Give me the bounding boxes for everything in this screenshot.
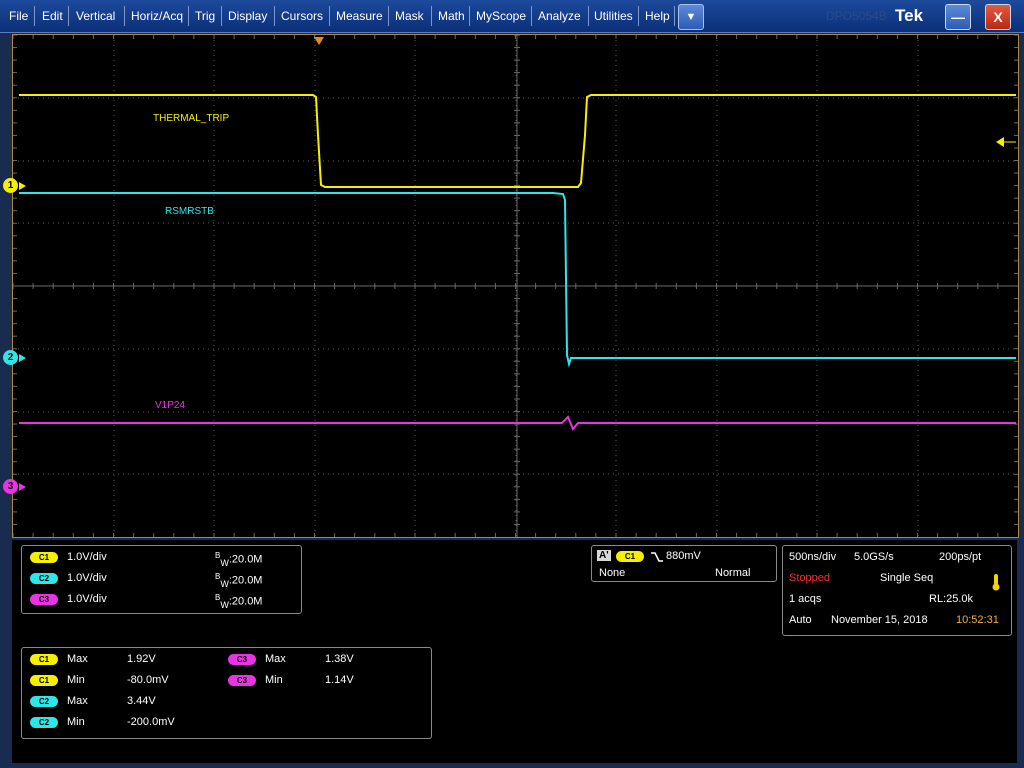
- menu-separator: [274, 6, 275, 26]
- graticule-svg: [13, 35, 1018, 537]
- menu-separator: [124, 6, 125, 26]
- measurement-source-badge: C1: [30, 674, 58, 686]
- thermometer-icon: [992, 574, 1000, 591]
- menu-separator: [431, 6, 432, 26]
- measurement-name: Min: [67, 716, 85, 728]
- menu-analyze[interactable]: Analyze: [533, 0, 586, 32]
- ch3-ground-marker[interactable]: 3: [3, 479, 18, 494]
- acquisition-state: Stopped: [789, 572, 830, 584]
- menu-separator: [221, 6, 222, 26]
- ch1-scale: 1.0V/div: [67, 551, 107, 563]
- menu-vertical[interactable]: Vertical: [71, 0, 120, 32]
- time: 10:52:31: [956, 614, 999, 626]
- trigger-tag: A': [597, 550, 611, 561]
- ch2-waveform-label: RSMRSTB: [165, 206, 214, 217]
- menu-measure[interactable]: Measure: [331, 0, 388, 32]
- ch2-badge: C2: [30, 572, 58, 584]
- measurement-name: Max: [67, 653, 88, 665]
- instrument-model-ghost: DPO5054B: [826, 9, 887, 23]
- ch3-bandwidth: BW:20.0M: [215, 593, 263, 610]
- menu-separator: [68, 6, 69, 26]
- menu-trig[interactable]: Trig: [190, 0, 220, 32]
- chevron-down-icon: ▼: [685, 11, 697, 23]
- date: November 15, 2018: [831, 614, 928, 626]
- menu-myscope[interactable]: MyScope: [471, 0, 531, 32]
- trigger-level-marker: [996, 137, 1004, 147]
- waveform-display[interactable]: THERMAL_TRIP RSMRSTB V1P24: [12, 34, 1019, 538]
- menu-help[interactable]: Help: [640, 0, 675, 32]
- channel-row: C3: [30, 593, 58, 605]
- minimize-icon: —: [951, 9, 965, 25]
- menu-separator: [34, 6, 35, 26]
- menu-separator: [388, 6, 389, 26]
- close-button[interactable]: X: [985, 4, 1011, 30]
- menu-cursors[interactable]: Cursors: [276, 0, 328, 32]
- time-resolution: 200ps/pt: [939, 551, 982, 563]
- ch1-waveform-label: THERMAL_TRIP: [153, 113, 230, 124]
- menu-separator: [674, 6, 675, 26]
- trigger-coupling: None: [599, 567, 626, 579]
- measurement-value: 3.44V: [127, 695, 156, 707]
- menu-separator: [469, 6, 470, 26]
- ch3-scale: 1.0V/div: [67, 593, 107, 605]
- menu-separator: [531, 6, 532, 26]
- menu-edit[interactable]: Edit: [37, 0, 68, 32]
- measurement-name: Min: [67, 674, 85, 686]
- ch2-ground-marker[interactable]: 2: [3, 350, 18, 365]
- measurement-source-badge: C2: [30, 716, 58, 728]
- measurement-name: Min: [265, 674, 283, 686]
- menu-dropdown-button[interactable]: ▼: [678, 4, 704, 30]
- measurements-box[interactable]: C1 Max 1.92V C1 Min -80.0mV C2 Max 3.44V…: [21, 647, 432, 739]
- ch2-bandwidth: BW:20.0M: [215, 572, 263, 589]
- acquisition-count: 1 acqs: [789, 593, 822, 605]
- ch1-ground-marker[interactable]: 1: [3, 178, 18, 193]
- channel-row: C1: [30, 551, 58, 563]
- trigger-source: C1: [616, 550, 644, 562]
- minimize-button[interactable]: —: [945, 4, 971, 30]
- ch1-bandwidth: BW:20.0M: [215, 551, 263, 568]
- measurement-name: Max: [67, 695, 88, 707]
- acquisition-readout-box[interactable]: 500ns/div 5.0GS/s 200ps/pt Stopped Singl…: [782, 545, 1012, 636]
- menu-math[interactable]: Math: [433, 0, 470, 32]
- measurement-source-badge: C3: [228, 674, 256, 686]
- close-icon: X: [993, 9, 1003, 25]
- ch3-badge: C3: [30, 593, 58, 605]
- channel-settings-box[interactable]: C1 1.0V/div BW:20.0M C2 1.0V/div BW:20.0…: [21, 545, 302, 614]
- measurement-source-badge: C3: [228, 653, 256, 665]
- trigger-mode-auto: Auto: [789, 614, 812, 626]
- ch3-waveform-label: V1P24: [155, 400, 186, 411]
- menu-separator: [638, 6, 639, 26]
- timebase: 500ns/div: [789, 551, 837, 563]
- run-mode: Single Seq: [880, 572, 934, 584]
- measurement-value: 1.14V: [325, 674, 354, 686]
- trigger-level: 880mV: [666, 550, 701, 562]
- measurement-name: Max: [265, 653, 286, 665]
- menu-mask[interactable]: Mask: [390, 0, 429, 32]
- channel-row: C2: [30, 572, 58, 584]
- menu-separator: [188, 6, 189, 26]
- menu-file[interactable]: File: [4, 0, 33, 32]
- menu-separator: [329, 6, 330, 26]
- ch1-marker-arrow-icon: [19, 182, 26, 190]
- menu-display[interactable]: Display: [223, 0, 272, 32]
- measurement-source-badge: C2: [30, 695, 58, 707]
- sample-rate: 5.0GS/s: [854, 551, 894, 563]
- ch2-scale: 1.0V/div: [67, 572, 107, 584]
- menu-bar: File Edit Vertical Horiz/Acq Trig Displa…: [0, 0, 1024, 33]
- falling-edge-icon: [651, 552, 663, 562]
- ch1-badge: C1: [30, 551, 58, 563]
- trigger-mode: Normal: [715, 567, 751, 579]
- tek-logo: Tek: [895, 6, 924, 25]
- menu-utilities[interactable]: Utilities: [589, 0, 638, 32]
- ch3-marker-arrow-icon: [19, 483, 26, 491]
- measurement-value: 1.38V: [325, 653, 354, 665]
- measurement-value: -80.0mV: [127, 674, 169, 686]
- measurement-value: 1.92V: [127, 653, 156, 665]
- menu-horiz-acq[interactable]: Horiz/Acq: [126, 0, 188, 32]
- trigger-readout-box[interactable]: A' C1 880mV None Normal: [591, 545, 777, 582]
- measurement-value: -200.0mV: [127, 716, 175, 728]
- ch2-marker-arrow-icon: [19, 354, 26, 362]
- measurement-source-badge: C1: [30, 653, 58, 665]
- record-length: RL:25.0k: [929, 593, 974, 605]
